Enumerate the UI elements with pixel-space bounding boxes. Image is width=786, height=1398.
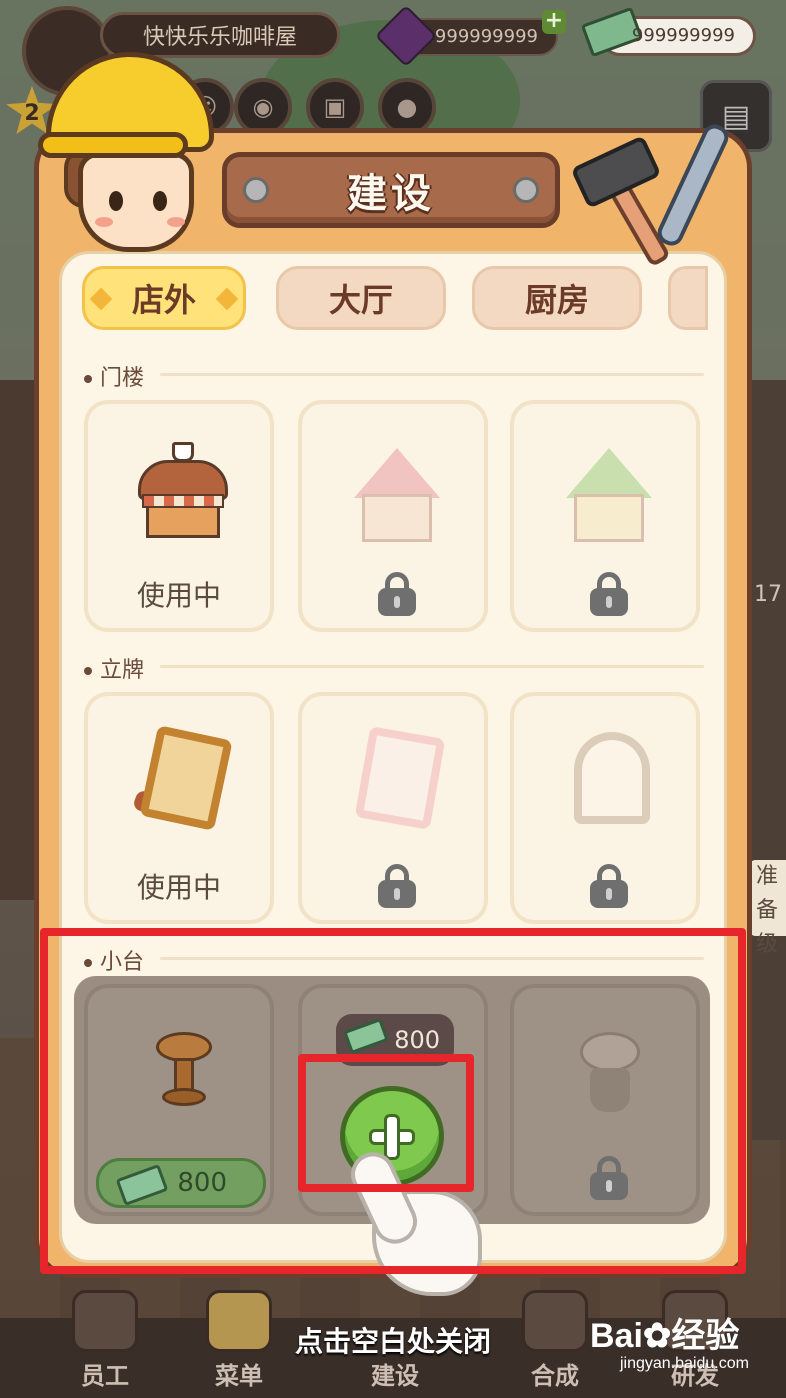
lock-icon [590,864,628,908]
dialog-title-plaque: 建设 [222,152,560,228]
tab-label: 厨房 [524,281,589,319]
signboard-item-cream[interactable] [510,692,700,924]
cash-counter: 999999999 [580,6,756,58]
signboard-item-pink[interactable] [298,692,488,924]
sign-board [574,732,650,824]
highlight-box-add-button [298,1054,474,1192]
tab-diamond-icon [215,287,239,311]
construction-worker-mascot [38,52,218,252]
nav-label: 菜单 [215,1362,263,1390]
sign-board [354,726,446,830]
tab-more[interactable] [668,266,708,330]
baidu-jingyan-watermark: Bai✿经验 jingyan.baidu.com [590,1308,780,1388]
tab-outside[interactable]: 店外 [82,266,246,330]
mascot-cheek [95,217,113,227]
gem-value: 999999999 [434,26,538,47]
dialog-title: 建设 [347,171,435,217]
tab-diamond-icon [89,287,113,311]
paw-icon: ✿ [642,1317,672,1355]
section-divider [160,373,704,376]
side-counter: 17 [754,582,782,607]
cafe-signboard-icon [131,725,233,836]
add-gems-button[interactable]: + [542,10,566,34]
in-use-label: 使用中 [136,871,221,904]
signboard-item-cafe[interactable]: 使用中 [84,692,274,924]
mascot-face [78,152,194,252]
mascot-cheek [167,217,185,227]
pink-house-facade-icon [350,434,444,544]
wrench-icon [653,120,733,250]
facade-item-coffee-shop[interactable]: 使用中 [84,400,274,632]
watermark-cn: 经验 [671,1317,740,1355]
coffee-cup-icon [172,442,194,462]
hammer-wrench-icon [570,118,742,268]
green-house-facade-icon [562,434,656,544]
nav-label: 员工 [81,1362,129,1390]
tab-label: 大厅 [328,281,393,319]
pink-signboard-icon [348,726,446,836]
gem-counter: 999999999 [374,4,558,68]
facade-item-green-house[interactable] [510,400,700,632]
sign-board [139,725,233,831]
section-label-signboard: 立牌 [84,652,144,684]
mascot-eye [153,191,167,211]
section-divider [160,665,704,668]
lock-icon [378,572,416,616]
tab-label: 店外 [131,281,196,319]
tab-hall[interactable]: 大厅 [276,266,446,330]
hard-hat-brim [38,132,188,158]
shop-awning [142,494,224,508]
facade-item-pink-house[interactable] [298,400,488,632]
house-base [574,494,644,542]
cream-signboard-icon [560,732,658,836]
tab-kitchen[interactable]: 厨房 [472,266,642,330]
cash-value: 999999999 [631,25,735,46]
coffee-shop-facade-icon [138,442,228,538]
lock-icon [590,572,628,616]
watermark-logo: Bai [590,1317,643,1355]
nav-label: 建设 [371,1362,419,1390]
section-label-facade: 门楼 [84,360,144,392]
house-roof [354,448,440,498]
side-badge[interactable]: 准备级 [748,860,786,957]
watermark-url: jingyan.baidu.com [620,1355,749,1372]
house-base [362,494,432,542]
house-roof [566,448,652,498]
lock-icon [378,864,416,908]
in-use-label: 使用中 [136,579,221,612]
mascot-eye [109,191,123,211]
